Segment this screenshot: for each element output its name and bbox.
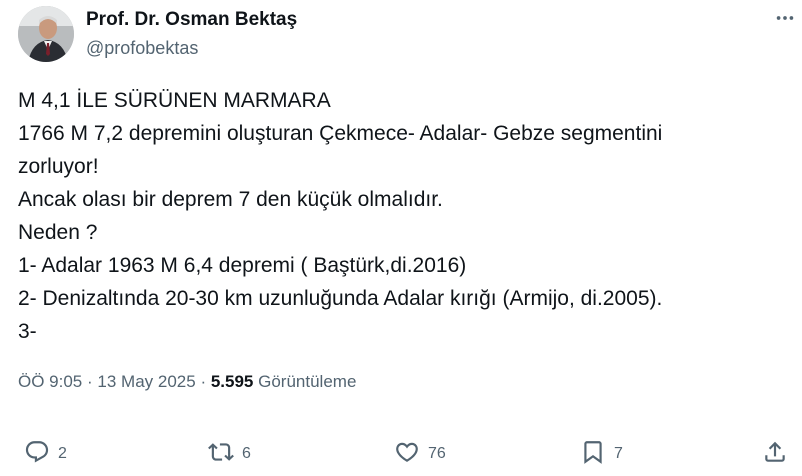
tweet-time[interactable]: ÖÖ 9:05: [18, 372, 82, 391]
tweet-line: 3-: [18, 320, 37, 343]
tweet-date[interactable]: 13 May 2025: [97, 372, 195, 391]
repost-button[interactable]: 6: [208, 438, 251, 470]
tweet-line: zorluyor!: [18, 155, 99, 178]
tweet-meta: ÖÖ 9:05 · 13 May 2025 · 5.595 Görüntülem…: [18, 372, 356, 392]
views-label: Görüntüleme: [258, 372, 357, 391]
tweet-line: Ancak olası bir deprem 7 den küçük olmal…: [18, 188, 443, 211]
author-name[interactable]: Prof. Dr. Osman Bektaş: [86, 9, 297, 31]
bookmark-button[interactable]: 7: [580, 438, 623, 470]
views-count: 5.595: [210, 372, 254, 391]
like-count: 76: [428, 445, 446, 462]
heart-icon: [394, 439, 420, 470]
tweet-text: M 4,1 İLE SÜRÜNEN MARMARA 1766 M 7,2 dep…: [18, 84, 788, 348]
meta-separator: ·: [200, 372, 207, 391]
like-button[interactable]: 76: [394, 438, 446, 470]
bookmark-icon: [580, 439, 606, 470]
more-button[interactable]: [770, 8, 800, 32]
more-icon: [774, 7, 796, 34]
meta-separator: ·: [87, 372, 93, 391]
tweet-line: 1766 M 7,2 depremini oluşturan Çekmece- …: [18, 122, 663, 145]
bookmark-count: 7: [614, 445, 623, 462]
reply-count: 2: [58, 445, 67, 462]
repost-count: 6: [242, 445, 251, 462]
repost-icon: [208, 439, 234, 470]
action-bar: 2 6 76 7: [0, 438, 802, 470]
author-handle[interactable]: @profobektas: [86, 38, 198, 59]
tweet-line: 1- Adalar 1963 M 6,4 depremi ( Baştürk,d…: [18, 254, 467, 277]
tweet-line: 2- Denizaltında 20-30 km uzunluğunda Ada…: [18, 287, 663, 310]
share-button[interactable]: [762, 438, 788, 470]
reply-icon: [24, 439, 50, 470]
avatar[interactable]: [18, 6, 74, 62]
reply-button[interactable]: 2: [24, 438, 67, 470]
share-icon: [762, 439, 788, 470]
tweet-line: M 4,1 İLE SÜRÜNEN MARMARA: [18, 89, 331, 112]
tweet-line: Neden ?: [18, 221, 98, 244]
